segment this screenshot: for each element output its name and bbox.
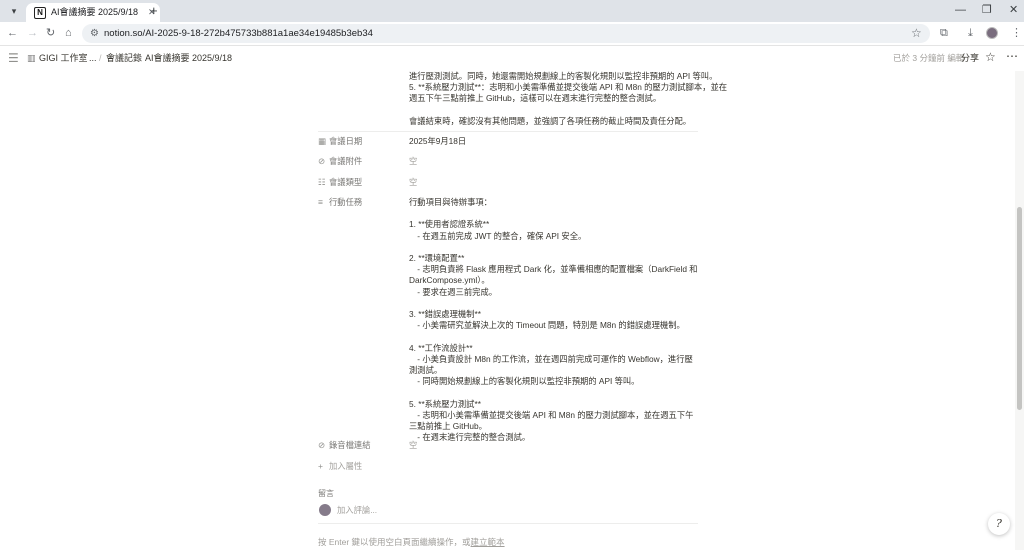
- action-line: [409, 387, 699, 398]
- action-line: [409, 331, 699, 342]
- breadcrumb-parent[interactable]: 會議記錄: [106, 53, 142, 64]
- breadcrumb-workspace[interactable]: GIGI 工作室: [39, 53, 88, 64]
- workspace-icon: ▥: [27, 53, 36, 63]
- window-close-icon[interactable]: ✕: [1009, 2, 1018, 18]
- scrollbar-thumb[interactable]: [1017, 207, 1022, 410]
- reload-icon[interactable]: ↻: [46, 26, 55, 40]
- add-property-button[interactable]: + 加入屬性: [318, 461, 362, 472]
- tab-search-icon[interactable]: ▾: [6, 3, 22, 19]
- avatar: [319, 504, 331, 516]
- new-tab-icon[interactable]: +: [150, 3, 158, 18]
- address-bar[interactable]: ⚙ notion.so/AI-2025-9-18-272b475733b881a…: [82, 24, 930, 43]
- last-edited: 已於 3 分鐘前 編輯: [893, 53, 965, 63]
- action-line: - 志明負責將 Flask 應用程式 Dark 化，並準備相應的配置檔案（Dar…: [409, 264, 698, 286]
- body-line: 5. **系統壓力測試**：志明和小美需準備並提交後端 API 和 M8n 的壓…: [409, 82, 728, 93]
- link-icon: ⊘: [318, 440, 326, 450]
- breadcrumb-separator: /: [138, 53, 141, 63]
- browser-tab[interactable]: N AI會議摘要 2025/9/18 ✕: [26, 3, 160, 22]
- forward-arrow-icon[interactable]: →: [27, 26, 38, 40]
- prop-action-label[interactable]: ≡ 行動任務: [318, 197, 362, 208]
- action-line: 3. **錯誤處理機制**: [409, 309, 481, 320]
- help-button[interactable]: ?: [988, 513, 1010, 535]
- prop-type-label[interactable]: ☷ 會議類型: [318, 177, 362, 188]
- body-text-block: 進行壓測測試。同時，她還需開始規劃線上的客製化規則以監控非預期的 API 等叫。…: [409, 71, 728, 127]
- comment-input[interactable]: 加入評論...: [337, 505, 377, 516]
- tab-title: AI會議摘要 2025/9/18: [51, 7, 139, 17]
- paperclip-icon: ⊘: [318, 156, 326, 166]
- prop-date-value[interactable]: 2025年9月18日: [409, 136, 466, 147]
- empty-page-hint: 按 Enter 鍵以使用空白頁面繼續操作，或建立範本: [318, 537, 505, 548]
- action-line: [409, 242, 699, 253]
- body-line: 會議結束時，確認沒有其他問題，並強調了各項任務的截止時間及責任分配。: [409, 115, 692, 126]
- breadcrumb-current[interactable]: AI會議摘要 2025/9/18: [145, 53, 232, 64]
- prop-action-value[interactable]: 行動項目與待辦事項： 1. **使用者認證系統** - 在週五前完成 JWT 的…: [409, 197, 699, 443]
- text-lines-icon: ≡: [318, 197, 323, 207]
- divider: [318, 523, 698, 524]
- body-line: 進行壓測測試。同時，她還需開始規劃線上的客製化規則以監控非預期的 API 等叫。: [409, 71, 718, 81]
- plus-icon: +: [318, 461, 323, 471]
- browser-tabstrip: ▾ N AI會議摘要 2025/9/18 ✕ + — ❐ ✕: [0, 0, 1024, 22]
- comments-title: 留言: [318, 489, 334, 498]
- bookmark-star-icon[interactable]: ☆: [911, 26, 922, 40]
- browser-toolbar: ← → ↻ ⌂ ⚙ notion.so/AI-2025-9-18-272b475…: [0, 22, 1024, 46]
- prop-date-label[interactable]: ▦ 會議日期: [318, 136, 362, 147]
- action-line: 2. **環境配置**: [409, 253, 465, 264]
- prop-recording-value[interactable]: 空: [409, 440, 417, 451]
- action-line: - 小美需研究並解決上次的 Timeout 問題，特別是 M8n 的錯誤處理機制…: [409, 320, 685, 331]
- extensions-icon[interactable]: ⧉: [940, 26, 948, 40]
- favorite-star-icon[interactable]: ☆: [985, 51, 996, 64]
- sidebar-menu-icon[interactable]: ☰: [8, 51, 19, 65]
- body-line: [409, 105, 709, 116]
- prop-type-value[interactable]: 空: [409, 177, 417, 188]
- action-line: 4. **工作流設計**: [409, 342, 473, 353]
- profile-avatar[interactable]: [986, 27, 998, 39]
- notion-topbar: ☰ ▥ GIGI 工作室 / ... / 會議記錄 / AI會議摘要 2025/…: [0, 46, 1024, 71]
- breadcrumb-ellipsis[interactable]: ...: [89, 53, 97, 64]
- url-text[interactable]: notion.so/AI-2025-9-18-272b475733b881a1a…: [104, 27, 373, 40]
- download-icon[interactable]: ⤓: [968, 26, 973, 40]
- restore-icon[interactable]: ❐: [982, 2, 992, 18]
- share-button[interactable]: 分享: [961, 53, 979, 64]
- back-arrow-icon[interactable]: ←: [7, 26, 18, 40]
- action-line: 1. **使用者認證系統**: [409, 219, 490, 230]
- action-line: - 同時開始規劃線上的客製化規則以監控非預期的 API 等叫。: [409, 376, 640, 387]
- prop-recording-label[interactable]: ⊘ 錄音檔連結: [318, 440, 371, 451]
- minimize-icon[interactable]: —: [955, 2, 966, 18]
- site-info-icon[interactable]: ⚙: [90, 27, 99, 40]
- action-line: [409, 208, 699, 219]
- action-line: - 志明和小美需準備並提交後端 API 和 M8n 的壓力測試腳本，並在週五下午…: [409, 409, 694, 432]
- action-line: - 在週五前完成 JWT 的整合，確保 API 安全。: [409, 230, 587, 241]
- action-line: [409, 298, 699, 309]
- breadcrumb-separator: /: [82, 53, 85, 63]
- action-line: 行動項目與待辦事項：: [409, 197, 492, 207]
- breadcrumb-separator: /: [99, 53, 102, 63]
- browser-menu-icon[interactable]: ⋮: [1011, 26, 1022, 40]
- more-options-icon[interactable]: ⋯: [1006, 50, 1018, 63]
- prop-attachment-label[interactable]: ⊘ 會議附件: [318, 156, 362, 167]
- notion-favicon-icon: N: [34, 7, 46, 19]
- divider: [318, 131, 698, 132]
- body-line: 週五下午三點前推上 GitHub，這樣可以在週末進行完整的整合測試。: [409, 93, 662, 104]
- create-template-link[interactable]: 建立範本: [471, 537, 505, 547]
- calendar-icon: ▦: [318, 136, 327, 146]
- list-icon: ☷: [318, 177, 326, 187]
- empty-hint-text: 按 Enter 鍵以使用空白頁面繼續操作，或: [318, 537, 471, 547]
- home-icon[interactable]: ⌂: [65, 26, 72, 40]
- action-line: - 在週末進行完整的整合測試。: [409, 432, 531, 443]
- action-line: - 小美負責設計 M8n 的工作流，並在週四前完成可運作的 Webflow，進行…: [409, 353, 693, 376]
- prop-attachment-value[interactable]: 空: [409, 156, 417, 167]
- action-line: 5. **系統壓力測試**: [409, 398, 481, 409]
- action-line: - 要求在週三前完成。: [409, 286, 498, 297]
